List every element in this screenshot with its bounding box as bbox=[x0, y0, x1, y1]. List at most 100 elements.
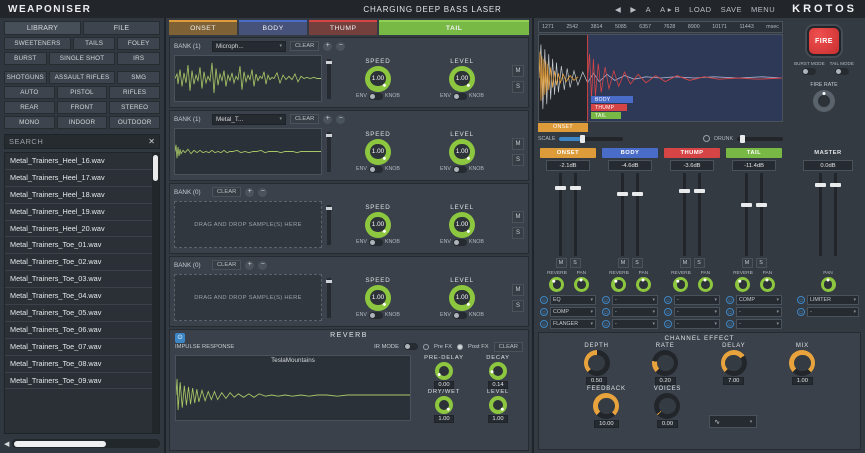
hscroll-track[interactable] bbox=[12, 439, 160, 448]
fader-handle[interactable] bbox=[555, 186, 566, 190]
filter-assault-rifles[interactable]: ASSAULT RIFLES bbox=[49, 71, 116, 84]
channel-fader[interactable] bbox=[683, 173, 686, 256]
burst-mode-toggle[interactable] bbox=[802, 68, 816, 75]
mix-knob[interactable] bbox=[789, 350, 815, 376]
channel-fader[interactable] bbox=[574, 173, 577, 256]
channel-fader[interactable] bbox=[760, 173, 763, 256]
category-burst[interactable]: BURST bbox=[4, 52, 47, 65]
ab-copy-button[interactable]: A ▸ B bbox=[660, 5, 680, 14]
file-list-scrollbar[interactable] bbox=[152, 153, 159, 433]
bank-clear-button[interactable]: CLEAR bbox=[290, 114, 319, 124]
tail-region-tag[interactable]: TAIL bbox=[591, 112, 621, 119]
filter-auto[interactable]: AUTO bbox=[4, 86, 55, 99]
clear-search-icon[interactable]: ✕ bbox=[148, 137, 155, 146]
reverb-send-knob[interactable] bbox=[735, 277, 750, 292]
file-item[interactable]: Metal_Trainers_Heel_20.wav bbox=[5, 221, 159, 238]
ab-a-button[interactable]: A bbox=[646, 5, 652, 14]
fx-power-button[interactable]: ⏻ bbox=[540, 308, 548, 316]
file-item[interactable]: Metal_Trainers_Toe_01.wav bbox=[5, 237, 159, 254]
env-knob-toggle[interactable] bbox=[453, 239, 467, 246]
pre-fx-radio[interactable] bbox=[423, 344, 429, 350]
file-item[interactable]: Metal_Trainers_Heel_17.wav bbox=[5, 170, 159, 187]
solo-button[interactable]: S bbox=[512, 227, 524, 239]
mute-button[interactable]: M bbox=[512, 138, 524, 150]
fx-power-button[interactable]: ⏻ bbox=[726, 320, 734, 328]
speed-knob[interactable]: 1.00 bbox=[365, 285, 391, 311]
scroll-left-icon[interactable]: ◀ bbox=[4, 440, 9, 448]
bank-clear-button[interactable]: CLEAR bbox=[212, 187, 241, 197]
limiter-power-button[interactable]: ⏻ bbox=[797, 296, 805, 304]
env-knob-toggle[interactable] bbox=[453, 93, 467, 100]
fx-power-button[interactable]: ⏻ bbox=[726, 308, 734, 316]
fire-timeline-waveform[interactable]: BODY THUMP TAIL bbox=[538, 34, 783, 122]
file-item[interactable]: Metal_Trainers_Toe_05.wav bbox=[5, 305, 159, 322]
hscroll-thumb[interactable] bbox=[14, 441, 106, 447]
filter-stereo[interactable]: STEREO bbox=[109, 101, 160, 114]
pan-knob[interactable] bbox=[636, 277, 651, 292]
fire-button[interactable]: FIRE bbox=[807, 26, 841, 56]
filter-mono[interactable]: MONO bbox=[4, 116, 55, 129]
filter-rifles[interactable]: RIFLES bbox=[109, 86, 160, 99]
onset-region-tag[interactable]: ONSET bbox=[538, 123, 588, 132]
tail-mode-toggle[interactable] bbox=[835, 68, 849, 75]
file-item[interactable]: Metal_Trainers_Toe_09.wav bbox=[5, 373, 159, 390]
channel-fader[interactable] bbox=[621, 173, 624, 256]
mute-button[interactable]: M bbox=[512, 284, 524, 296]
bank-clear-button[interactable]: CLEAR bbox=[290, 41, 319, 51]
mute-button[interactable]: M bbox=[742, 258, 753, 268]
fx-power-button[interactable]: ⏻ bbox=[664, 320, 672, 328]
fader-handle[interactable] bbox=[830, 183, 841, 187]
filter-indoor[interactable]: INDOOR bbox=[57, 116, 108, 129]
fx-slot[interactable]: COMP▾ bbox=[550, 307, 596, 317]
fx-slot[interactable]: -▾ bbox=[736, 319, 782, 329]
bank-add-icon[interactable]: + bbox=[323, 115, 332, 124]
master-pan-knob[interactable] bbox=[821, 277, 836, 292]
reverb-level-knob[interactable] bbox=[489, 396, 507, 414]
next-preset-button[interactable]: ▶ bbox=[630, 5, 636, 14]
rate-knob[interactable] bbox=[652, 350, 678, 376]
bank-level-meter[interactable] bbox=[327, 132, 331, 172]
fx-slot[interactable]: -▾ bbox=[807, 307, 859, 317]
env-knob-toggle[interactable] bbox=[453, 312, 467, 319]
master-fader[interactable] bbox=[834, 173, 837, 256]
env-knob-toggle[interactable] bbox=[369, 93, 383, 100]
load-button[interactable]: LOAD bbox=[689, 5, 711, 14]
tab-body[interactable]: BODY bbox=[239, 20, 307, 35]
bank-remove-icon[interactable]: − bbox=[258, 261, 267, 270]
bank-clear-button[interactable]: CLEAR bbox=[212, 260, 241, 270]
depth-knob[interactable] bbox=[584, 350, 610, 376]
bank-waveform[interactable] bbox=[174, 55, 322, 102]
tab-tail[interactable]: TAIL bbox=[379, 20, 529, 35]
fx-slot[interactable]: FLANGER▾ bbox=[550, 319, 596, 329]
fx-power-button[interactable]: ⏻ bbox=[540, 320, 548, 328]
category-single-shot[interactable]: SINGLE SHOT bbox=[49, 52, 116, 65]
pan-knob[interactable] bbox=[760, 277, 775, 292]
feedback-knob[interactable] bbox=[593, 393, 619, 419]
fader-handle[interactable] bbox=[694, 189, 705, 193]
scale-slider[interactable] bbox=[559, 137, 623, 141]
tab-file[interactable]: FILE bbox=[83, 21, 160, 35]
speed-knob[interactable]: 1.00 bbox=[365, 139, 391, 165]
reverb-send-knob[interactable] bbox=[611, 277, 626, 292]
fader-handle[interactable] bbox=[679, 189, 690, 193]
file-item[interactable]: Metal_Trainers_Toe_02.wav bbox=[5, 254, 159, 271]
post-fx-radio[interactable] bbox=[457, 344, 463, 350]
fader-handle[interactable] bbox=[570, 186, 581, 190]
file-item[interactable]: Metal_Trainers_Heel_19.wav bbox=[5, 204, 159, 221]
thump-region-tag[interactable]: THUMP bbox=[591, 104, 627, 111]
fx-slot[interactable]: -▾ bbox=[674, 307, 720, 317]
category-tails[interactable]: TAILS bbox=[73, 37, 116, 50]
drunk-slider[interactable] bbox=[737, 137, 783, 141]
tab-library[interactable]: LIBRARY bbox=[4, 21, 81, 35]
solo-button[interactable]: S bbox=[570, 258, 581, 268]
file-item[interactable]: Metal_Trainers_Toe_06.wav bbox=[5, 322, 159, 339]
scrollbar-thumb[interactable] bbox=[153, 155, 158, 181]
solo-button[interactable]: S bbox=[512, 300, 524, 312]
level-knob[interactable]: 1.00 bbox=[449, 139, 475, 165]
file-item[interactable]: Metal_Trainers_Toe_07.wav bbox=[5, 339, 159, 356]
level-knob[interactable]: 1.00 bbox=[449, 212, 475, 238]
speed-knob[interactable]: 1.00 bbox=[365, 66, 391, 92]
fx-power-button[interactable]: ⏻ bbox=[602, 296, 610, 304]
speed-knob[interactable]: 1.00 bbox=[365, 212, 391, 238]
channel-fader[interactable] bbox=[636, 173, 639, 256]
